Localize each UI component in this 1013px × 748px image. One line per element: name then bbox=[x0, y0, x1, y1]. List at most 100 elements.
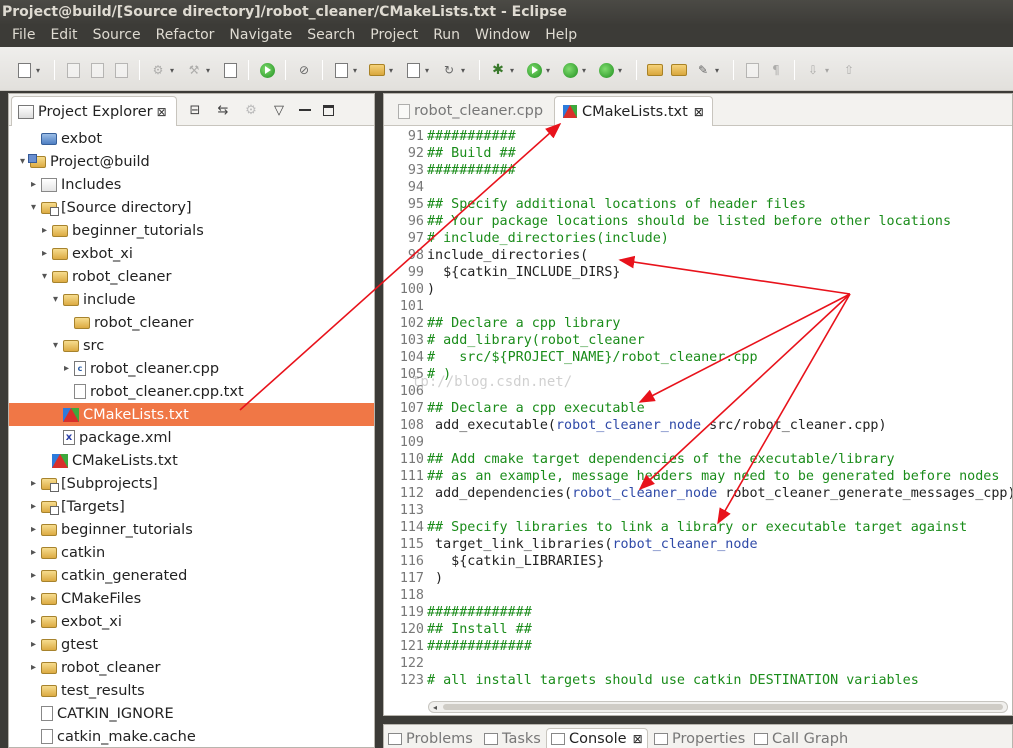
scroll-left-icon[interactable]: ◂ bbox=[433, 703, 437, 712]
menu-edit[interactable]: Edit bbox=[50, 24, 77, 47]
menu-refactor[interactable]: Refactor bbox=[156, 24, 215, 47]
coverage-icon[interactable] bbox=[561, 61, 579, 79]
tree-item[interactable]: ▸ c robot_cleaner.cpp bbox=[9, 357, 374, 380]
tab-cmakelists[interactable]: CMakeLists.txt ⊠ bbox=[554, 96, 713, 126]
horizontal-scrollbar[interactable]: ◂ bbox=[428, 701, 1008, 713]
scrollbar-thumb[interactable] bbox=[443, 704, 1003, 710]
tree-item[interactable]: ▸ exbot_xi bbox=[9, 610, 374, 633]
collapsed-twisty-icon[interactable]: ▸ bbox=[61, 363, 72, 374]
new-folder-icon[interactable] bbox=[368, 61, 386, 79]
tree-item[interactable]: robot_cleaner.cpp.txt bbox=[9, 380, 374, 403]
view-menu-chevron-down-icon[interactable]: ▽ bbox=[271, 102, 287, 118]
tree-item[interactable]: ▸ [Targets] bbox=[9, 495, 374, 518]
menu-search[interactable]: Search bbox=[307, 24, 355, 47]
expanded-twisty-icon[interactable]: ▾ bbox=[50, 294, 61, 305]
expanded-twisty-icon[interactable]: ▾ bbox=[28, 202, 39, 213]
tree-item[interactable]: test_results bbox=[9, 679, 374, 702]
refresh-dropdown-icon[interactable]: ▾ bbox=[461, 66, 469, 75]
open-folder-icon[interactable] bbox=[646, 61, 664, 79]
link-with-editor-icon[interactable]: ⇆ bbox=[215, 102, 231, 118]
binary-icon[interactable] bbox=[221, 61, 239, 79]
collapsed-twisty-icon[interactable]: ▸ bbox=[28, 547, 39, 558]
new-class-dropdown-icon[interactable]: ▾ bbox=[353, 66, 361, 75]
pilcrow-icon[interactable]: ¶ bbox=[767, 61, 785, 79]
tree-item[interactable]: x package.xml bbox=[9, 426, 374, 449]
filter-icon[interactable]: ⚙ bbox=[243, 102, 259, 118]
tree-item[interactable]: robot_cleaner bbox=[9, 311, 374, 334]
tab-tasks[interactable]: Tasks bbox=[484, 728, 541, 748]
external-tools-dropdown-icon[interactable]: ▾ bbox=[618, 66, 626, 75]
skip-breakpoints-icon[interactable]: ⊘ bbox=[295, 61, 313, 79]
new-folder-dropdown-icon[interactable]: ▾ bbox=[389, 66, 397, 75]
close-icon[interactable]: ⊠ bbox=[633, 732, 643, 746]
new-class-icon[interactable] bbox=[332, 61, 350, 79]
tree-item[interactable]: ▾ [Source directory] bbox=[9, 196, 374, 219]
collapsed-twisty-icon[interactable]: ▸ bbox=[39, 225, 50, 236]
collapsed-twisty-icon[interactable]: ▸ bbox=[39, 248, 50, 259]
tree-item[interactable]: ▾ src bbox=[9, 334, 374, 357]
menu-window[interactable]: Window bbox=[475, 24, 530, 47]
pen-dropdown-icon[interactable]: ▾ bbox=[715, 66, 723, 75]
coverage-dropdown-icon[interactable]: ▾ bbox=[582, 66, 590, 75]
print-icon[interactable] bbox=[112, 61, 130, 79]
menu-source[interactable]: Source bbox=[93, 24, 141, 47]
collapsed-twisty-icon[interactable]: ▸ bbox=[28, 639, 39, 650]
menu-navigate[interactable]: Navigate bbox=[229, 24, 292, 47]
tree-item[interactable]: ▸ Includes bbox=[9, 173, 374, 196]
minimize-icon[interactable] bbox=[299, 109, 311, 111]
close-icon[interactable]: ⊠ bbox=[157, 105, 167, 119]
debug-dropdown-icon[interactable]: ▾ bbox=[510, 66, 518, 75]
toggle-mark-icon[interactable] bbox=[743, 61, 761, 79]
tab-properties[interactable]: Properties bbox=[654, 728, 745, 748]
tree-item[interactable]: catkin_make.cache bbox=[9, 725, 374, 748]
collapsed-twisty-icon[interactable]: ▸ bbox=[28, 478, 39, 489]
run-icon[interactable] bbox=[525, 61, 543, 79]
collapsed-twisty-icon[interactable]: ▸ bbox=[28, 593, 39, 604]
tab-robot-cleaner-cpp[interactable]: robot_cleaner.cpp bbox=[390, 96, 551, 126]
hammer-dropdown-icon[interactable]: ▾ bbox=[206, 66, 214, 75]
tree-item[interactable]: ▸ CMakeFiles bbox=[9, 587, 374, 610]
tab-console[interactable]: Console ⊠ bbox=[546, 728, 648, 748]
tree-item[interactable]: ▸ exbot_xi bbox=[9, 242, 374, 265]
tree-item[interactable]: ▸ beginner_tutorials bbox=[9, 518, 374, 541]
collapsed-twisty-icon[interactable]: ▸ bbox=[28, 570, 39, 581]
hammer-icon[interactable]: ⚒ bbox=[185, 61, 203, 79]
pen-icon[interactable]: ✎ bbox=[694, 61, 712, 79]
tree-item[interactable]: ▾ robot_cleaner bbox=[9, 265, 374, 288]
next-annotation-dropdown-icon[interactable]: ▾ bbox=[825, 66, 833, 75]
tab-call-graph[interactable]: Call Graph bbox=[754, 728, 848, 748]
tree-item[interactable]: ▸ beginner_tutorials bbox=[9, 219, 374, 242]
tree-item[interactable]: ▾ include bbox=[9, 288, 374, 311]
tab-problems[interactable]: Problems bbox=[388, 728, 473, 748]
save-icon[interactable] bbox=[64, 61, 82, 79]
tree-item[interactable]: ▸ catkin_generated bbox=[9, 564, 374, 587]
expanded-twisty-icon[interactable]: ▾ bbox=[17, 156, 28, 167]
menu-file[interactable]: File bbox=[12, 24, 35, 47]
collapsed-twisty-icon[interactable]: ▸ bbox=[28, 179, 39, 190]
next-annotation-icon[interactable]: ⇩ bbox=[804, 61, 822, 79]
tree-item[interactable]: CATKIN_IGNORE bbox=[9, 702, 374, 725]
debug-icon[interactable]: ✱ bbox=[489, 61, 507, 79]
tree-item[interactable]: CMakeLists.txt bbox=[9, 449, 374, 472]
menu-run[interactable]: Run bbox=[433, 24, 460, 47]
new-dropdown-icon[interactable]: ▾ bbox=[36, 66, 44, 75]
collapsed-twisty-icon[interactable]: ▸ bbox=[28, 501, 39, 512]
expanded-twisty-icon[interactable]: ▾ bbox=[50, 340, 61, 351]
run-green-icon[interactable] bbox=[258, 61, 276, 79]
build-settings-dropdown-icon[interactable]: ▾ bbox=[170, 66, 178, 75]
tree-item[interactable]: ▸ gtest bbox=[9, 633, 374, 656]
external-tools-icon[interactable] bbox=[597, 61, 615, 79]
code-area[interactable]: tp://blog.csdn.net/ 91 ########### 92 ## Bu… bbox=[384, 128, 1012, 700]
close-icon[interactable]: ⊠ bbox=[694, 105, 704, 119]
run-dropdown-icon[interactable]: ▾ bbox=[546, 66, 554, 75]
build-settings-icon[interactable]: ⚙ bbox=[149, 61, 167, 79]
tree-item[interactable]: ▸ catkin bbox=[9, 541, 374, 564]
collapsed-twisty-icon[interactable]: ▸ bbox=[28, 616, 39, 627]
tree-item[interactable]: ▸ robot_cleaner bbox=[9, 656, 374, 679]
save-all-icon[interactable] bbox=[88, 61, 106, 79]
expanded-twisty-icon[interactable]: ▾ bbox=[39, 271, 50, 282]
tree-item[interactable]: exbot bbox=[9, 127, 374, 150]
tree-item[interactable]: ▸ [Subprojects] bbox=[9, 472, 374, 495]
new-source-file-dropdown-icon[interactable]: ▾ bbox=[425, 66, 433, 75]
refresh-icon[interactable]: ↻ bbox=[440, 61, 458, 79]
